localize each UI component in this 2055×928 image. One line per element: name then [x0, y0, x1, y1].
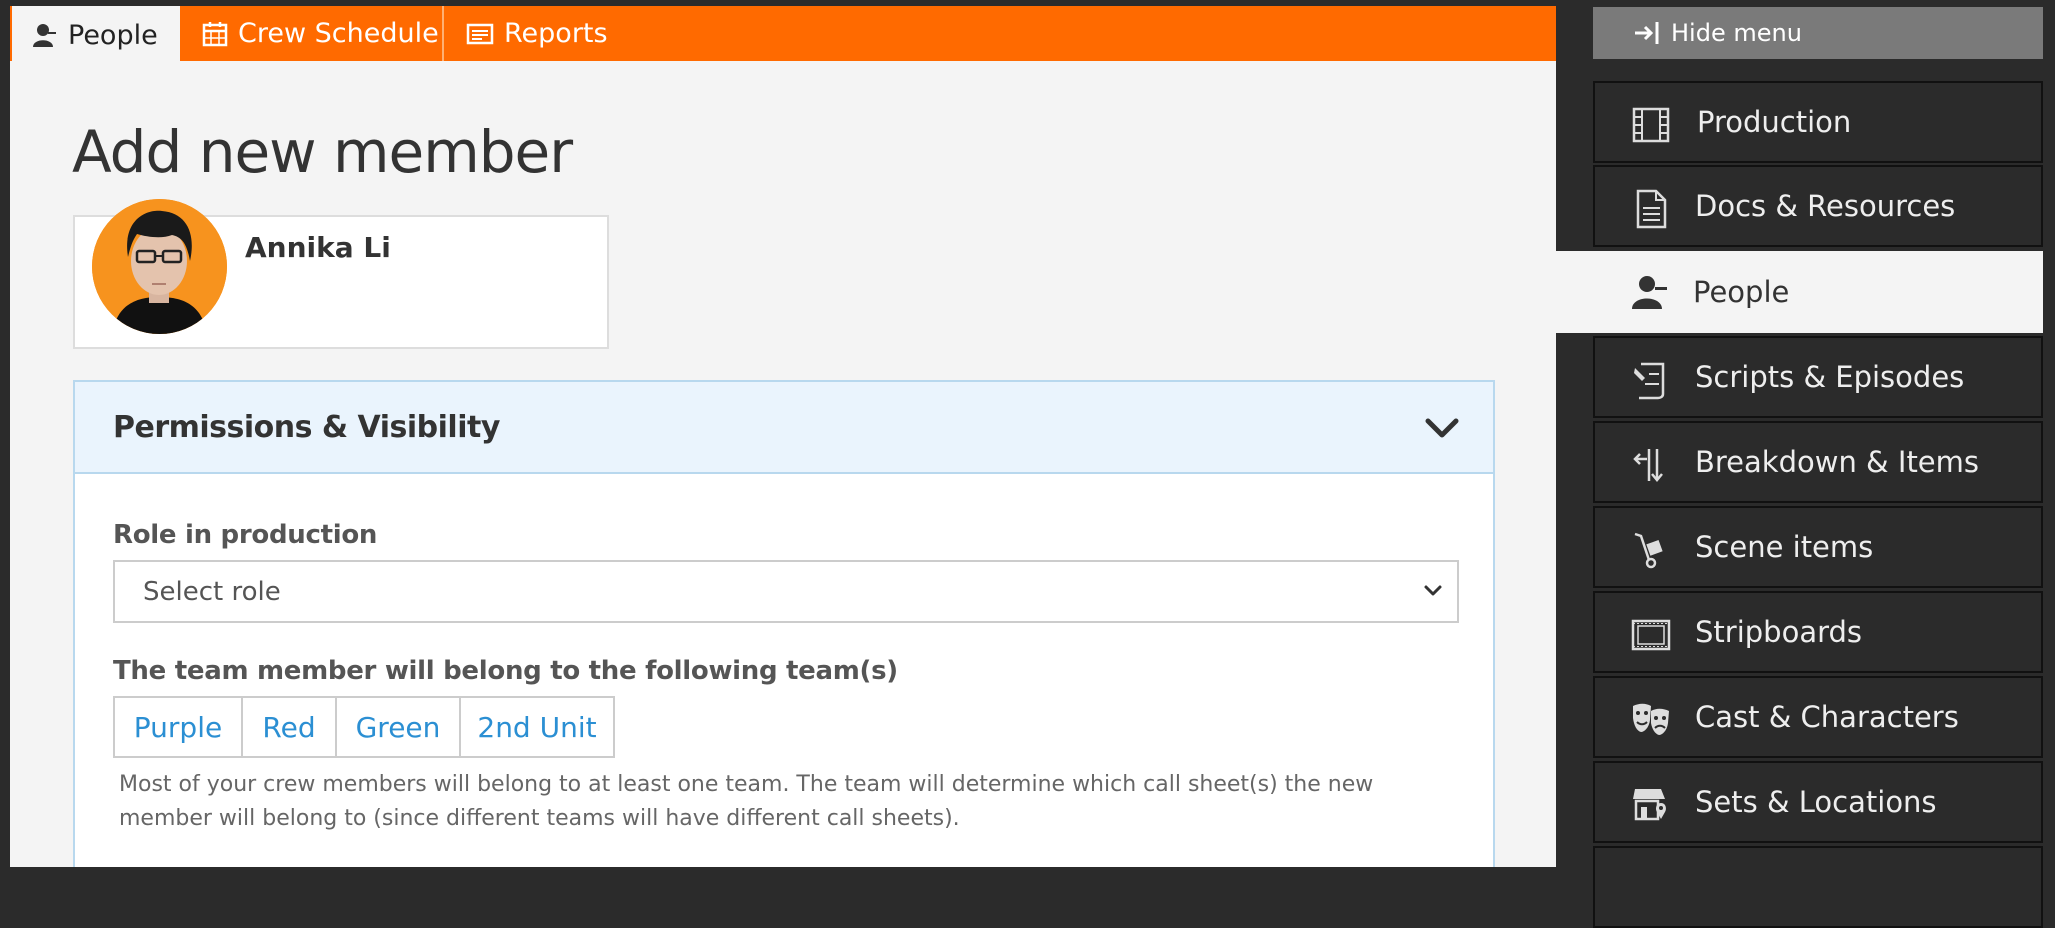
sidebar-item-label: Scripts & Episodes	[1695, 360, 1965, 394]
sidebar-item-label: People	[1693, 275, 1790, 309]
sidebar-item-breakdown-items[interactable]: Breakdown & Items	[1593, 421, 2043, 503]
sidebar-item-more[interactable]	[1593, 846, 2043, 928]
people-icon	[1632, 276, 1667, 309]
tab-label: Crew Schedule	[238, 18, 439, 49]
team-button-group: Purple Red Green 2nd Unit	[113, 696, 615, 758]
hand-truck-icon	[1634, 532, 1663, 569]
hide-menu-button[interactable]: Hide menu	[1593, 7, 2043, 59]
sidebar-item-label: Production	[1697, 105, 1852, 139]
report-icon	[466, 23, 494, 44]
sidebar-item-scripts-episodes[interactable]: Scripts & Episodes	[1593, 336, 2043, 418]
tab-label: Reports	[504, 18, 608, 49]
stripboard-icon	[1631, 619, 1671, 651]
role-select[interactable]: Select role	[113, 560, 1459, 623]
chevron-down-icon	[1424, 585, 1442, 596]
script-icon	[1634, 362, 1665, 400]
teams-help-text: Most of your crew members will belong to…	[119, 772, 1374, 831]
avatar	[92, 199, 227, 334]
theater-masks-icon	[1633, 703, 1669, 735]
sidebar-item-production[interactable]: Production	[1593, 81, 2043, 163]
sidebar-item-label: Breakdown & Items	[1695, 445, 1980, 479]
film-icon	[1632, 107, 1670, 143]
role-select-value: Select role	[143, 577, 281, 607]
document-icon	[1636, 189, 1667, 229]
sidebar-item-stripboards[interactable]: Stripboards	[1593, 591, 2043, 673]
sidebar-item-sets-locations[interactable]: Sets & Locations	[1593, 761, 2043, 843]
sidebar-item-label: Scene items	[1695, 530, 1874, 564]
tab-crew-schedule[interactable]: Crew Schedule	[180, 6, 444, 61]
sidebar-item-label: Stripboards	[1695, 615, 1863, 649]
collapse-arrow-icon	[1635, 22, 1659, 44]
sidebar-item-label: Cast & Characters	[1695, 700, 1959, 734]
sidebar-item-people[interactable]: People	[1556, 251, 2043, 333]
main-panel: People Crew Schedule Reports Add new mem…	[10, 6, 1556, 867]
calendar-icon	[202, 21, 228, 46]
page-title: Add new member	[72, 118, 573, 186]
tab-label: People	[68, 19, 158, 51]
chevron-down-icon[interactable]	[1425, 416, 1459, 440]
team-button-purple[interactable]: Purple	[115, 698, 243, 756]
tab-people[interactable]: People	[12, 6, 180, 64]
sidebar-item-label: Docs & Resources	[1695, 189, 1956, 223]
avatar-illustration	[92, 199, 227, 334]
role-label: Role in production	[113, 520, 378, 550]
team-button-2nd-unit[interactable]: 2nd Unit	[461, 698, 613, 756]
top-tab-bar: People Crew Schedule Reports	[10, 6, 1556, 64]
member-name: Annika Li	[245, 231, 391, 264]
team-button-red[interactable]: Red	[243, 698, 337, 756]
permissions-panel: Permissions & Visibility Role in product…	[73, 380, 1495, 867]
person-icon	[33, 24, 56, 47]
sidebar-item-label: Sets & Locations	[1695, 785, 1937, 819]
store-location-icon	[1633, 789, 1666, 821]
team-button-green[interactable]: Green	[337, 698, 461, 756]
sidebar-item-docs-resources[interactable]: Docs & Resources	[1593, 165, 2043, 247]
hide-menu-label: Hide menu	[1671, 19, 1802, 47]
tab-reports[interactable]: Reports	[446, 6, 646, 61]
sidebar-item-cast-characters[interactable]: Cast & Characters	[1593, 676, 2043, 758]
breakdown-icon	[1633, 449, 1663, 482]
permissions-panel-header[interactable]: Permissions & Visibility	[75, 382, 1493, 474]
sidebar-item-scene-items[interactable]: Scene items	[1593, 506, 2043, 588]
teams-label: The team member will belong to the follo…	[113, 656, 898, 686]
permissions-panel-title: Permissions & Visibility	[113, 410, 500, 445]
